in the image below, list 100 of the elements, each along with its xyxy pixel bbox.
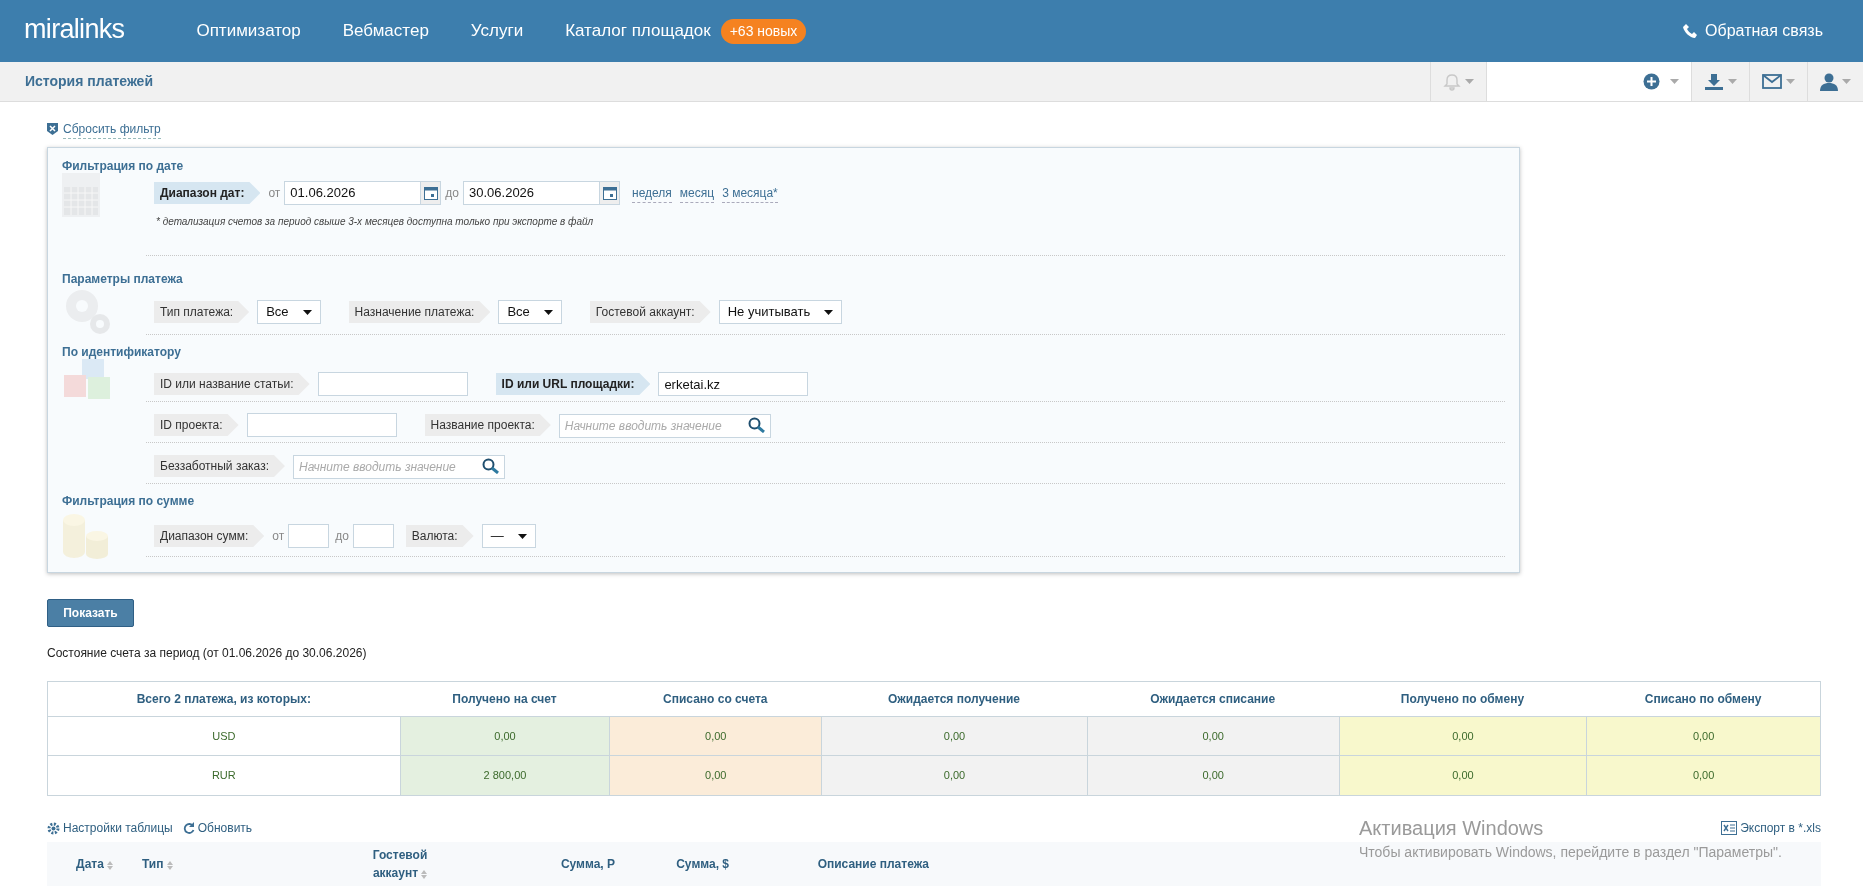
filter-clear-icon <box>47 123 58 135</box>
column-header[interactable]: Тип <box>142 854 173 874</box>
column-header: Ожидается списание <box>1149 691 1277 708</box>
dropdown[interactable]: Не учитывать <box>718 300 843 324</box>
download-icon <box>1704 72 1724 91</box>
text-field[interactable]: erketai.kz <box>658 372 809 396</box>
field-label: Тип платежа: <box>154 301 250 323</box>
period-link[interactable]: неделя <box>632 183 672 203</box>
column-header: Списано со счета <box>662 691 769 708</box>
column-header[interactable]: Гостевой аккаунт <box>365 845 435 883</box>
plus-icon <box>1643 73 1660 90</box>
caret-icon <box>1842 79 1851 84</box>
table-cell: 0,00 <box>609 756 822 795</box>
column-header[interactable]: Сумма, $ <box>676 855 729 873</box>
calendar-icon[interactable] <box>420 182 441 204</box>
section-title: Фильтрация по дате <box>62 158 185 175</box>
caret-icon <box>543 309 553 315</box>
search-icon[interactable] <box>747 417 766 433</box>
section-title: По идентификатору <box>62 344 182 361</box>
add-button[interactable] <box>1631 62 1691 101</box>
refresh-link[interactable]: Обновить <box>197 819 253 837</box>
field-label: Диапазон сумм: <box>154 525 265 547</box>
column-header: Получено по обмену <box>1399 691 1526 708</box>
date-field[interactable]: 30.06.2026 <box>463 181 620 205</box>
period-status-text: Состояние счета за период (от 01.06.2026 до 30.06.2026) <box>47 645 368 662</box>
table-cell: 0,00 <box>1338 756 1587 795</box>
activation-title: Активация Windows <box>1359 816 1544 840</box>
table-cell: 0,00 <box>1586 717 1820 755</box>
range-label: от <box>272 528 285 545</box>
section-title: Параметры платежа <box>62 271 184 288</box>
field-label: Назначение платежа: <box>348 301 491 323</box>
field-label: Диапазон дат: <box>154 182 261 204</box>
table-cell: 2 800,00 <box>399 756 610 795</box>
field-label: Гостевой аккаунт: <box>589 301 711 323</box>
refresh-icon[interactable] <box>182 822 195 834</box>
show-button[interactable]: Показать <box>47 599 134 627</box>
search-field[interactable]: Начните вводить значение <box>292 455 505 479</box>
table-settings-link[interactable]: Настройки таблицы <box>63 819 173 837</box>
nav-link[interactable]: Вебмастер <box>342 18 429 44</box>
spreadsheet-icon[interactable] <box>1721 821 1738 835</box>
activation-text: Чтобы активировать Windows, перейдите в раздел "Параметры". <box>1359 843 1782 862</box>
export-link[interactable]: Экспорт в *.xls <box>1740 819 1821 837</box>
settings-icon[interactable] <box>47 821 60 835</box>
page-title: История платежей <box>25 72 154 91</box>
mail-icon <box>1762 74 1782 89</box>
field-label: ID или URL площадки: <box>495 373 651 395</box>
column-header: Всего 2 платежа, из которых: <box>135 691 312 708</box>
field-label: Название проекта: <box>424 414 551 436</box>
column-header: Ожидается получение <box>886 691 1022 708</box>
caret-icon <box>824 309 834 315</box>
range-label: от <box>268 185 281 202</box>
column-header[interactable]: Сумма, Р <box>560 855 615 873</box>
search-field[interactable] <box>1486 62 1631 101</box>
table-cell: 0,00 <box>1586 756 1820 795</box>
caret-icon <box>517 533 527 539</box>
field-label: Беззаботный заказ: <box>154 455 285 477</box>
phone-icon <box>1683 23 1700 39</box>
logo[interactable]: miralinks <box>24 8 125 50</box>
feedback-link[interactable]: Обратная связь <box>1705 19 1823 43</box>
amount-field[interactable] <box>352 524 394 548</box>
amount-field[interactable] <box>288 524 330 548</box>
column-header[interactable]: Дата <box>76 854 113 874</box>
dropdown[interactable]: Все <box>257 300 321 324</box>
table-cell: 0,00 <box>609 717 822 755</box>
nav-link[interactable]: Оптимизатор <box>196 18 301 44</box>
column-header: Списано по обмену <box>1643 691 1763 708</box>
range-label: до <box>335 528 349 545</box>
caret-icon <box>1786 79 1795 84</box>
dropdown[interactable]: — <box>481 524 536 548</box>
nav-link[interactable]: Услуги <box>470 18 524 44</box>
period-link[interactable]: месяц <box>679 183 715 203</box>
caret-icon <box>302 309 312 315</box>
column-header: Получено на счет <box>451 691 558 708</box>
caret-icon <box>1670 79 1679 84</box>
caret-icon <box>1465 79 1474 84</box>
text-field[interactable] <box>317 372 468 396</box>
bell-icon <box>1443 72 1461 91</box>
user-icon <box>1820 72 1838 91</box>
section-title: Фильтрация по сумме <box>62 493 196 510</box>
table-cell: 0,00 <box>821 717 1087 755</box>
field-label: ID проекта: <box>154 414 239 436</box>
calendar-icon[interactable] <box>599 182 619 204</box>
column-header[interactable]: Описание платежа <box>817 855 929 873</box>
table-cell: 0,00 <box>1338 717 1587 755</box>
period-link[interactable]: 3 месяца* <box>722 183 778 203</box>
date-range-note: * детализация счетов за период свыше 3-х месяцев доступна только при экспорте в файл <box>155 215 595 229</box>
table-cell: 0,00 <box>821 756 1087 795</box>
text-field[interactable] <box>246 413 397 437</box>
search-field[interactable]: Начните вводить значение <box>558 414 771 438</box>
table-cell: 0,00 <box>1086 717 1339 755</box>
dropdown[interactable]: Все <box>498 300 562 324</box>
field-label: Валюта: <box>405 525 474 547</box>
table-cell: 0,00 <box>399 717 610 755</box>
caret-icon <box>1728 79 1737 84</box>
nav-link[interactable]: Каталог площадок <box>565 18 711 44</box>
range-label: до <box>445 185 459 202</box>
date-field[interactable]: 01.06.2026 <box>284 181 442 205</box>
search-icon[interactable] <box>481 458 500 474</box>
reset-filter-link[interactable]: Сбросить фильтр <box>63 119 161 139</box>
field-label: ID или название статьи: <box>154 373 310 395</box>
